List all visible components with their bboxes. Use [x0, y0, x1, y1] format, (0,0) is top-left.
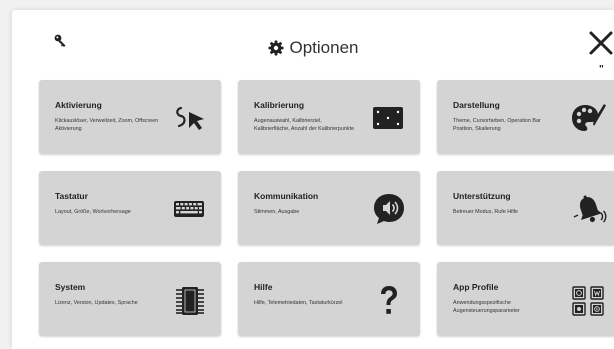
tile-description: Anwendungsspezifische Augensteuerungspar…	[453, 300, 520, 314]
close-icon[interactable]	[588, 30, 614, 56]
app-grid-icon	[572, 286, 604, 316]
tile-system[interactable]: System Lizenz, Version, Updates, Sprache	[39, 262, 221, 336]
calibration-screen-icon	[373, 107, 403, 129]
palette-icon	[572, 104, 606, 131]
chip-icon	[176, 287, 204, 315]
tile-description: Theme, Cursorfarben, Operation Bar Posit…	[453, 118, 541, 132]
close-shortcut-hint: "	[599, 64, 604, 75]
tile-kommunikation[interactable]: Kommunikation Stimmen, Ausgabe	[238, 171, 420, 245]
tile-title: App Profile	[453, 282, 499, 292]
tile-title: Unterstützung	[453, 191, 511, 201]
tile-unterstuetzung[interactable]: Unterstützung Betreuer Modus, Rufe Hilfe	[437, 171, 614, 245]
tile-title: Aktivierung	[55, 100, 102, 110]
tile-aktivierung[interactable]: Aktivierung Klickauslöser, Verweilzeit, …	[39, 80, 221, 154]
tile-hilfe[interactable]: Hilfe Hilfe, Telemetriedaten, Tastaturkü…	[238, 262, 420, 336]
tile-description: Augenauswahl, Kalibrierziel, Kalibrierfl…	[254, 118, 355, 132]
tile-title: Kalibrierung	[254, 100, 305, 110]
options-panel: Optionen " Aktivierung Klickauslöser, Ve…	[12, 10, 614, 349]
gear-icon	[268, 40, 283, 56]
tile-title: System	[55, 282, 86, 292]
tile-tastatur[interactable]: Tastatur Layout, Größe, Wortvorhersage	[39, 171, 221, 245]
page-title: Optionen	[12, 38, 614, 58]
tile-title: Darstellung	[453, 100, 500, 110]
tile-description: Stimmen, Ausgabe	[254, 209, 300, 215]
tile-kalibrierung[interactable]: Kalibrierung Augenauswahl, Kalibrierziel…	[238, 80, 420, 154]
speech-bubble-icon	[374, 194, 404, 224]
tile-description: Layout, Größe, Wortvorhersage	[55, 209, 131, 215]
bell-icon	[573, 195, 607, 223]
tile-description: Hilfe, Telemetriedaten, Tastaturkürzel	[254, 300, 343, 306]
swipe-click-icon	[176, 106, 204, 130]
tile-title: Hilfe	[254, 282, 273, 292]
tile-title: Tastatur	[55, 191, 88, 201]
keyboard-icon	[174, 201, 204, 217]
tile-description: Betreuer Modus, Rufe Hilfe	[453, 209, 519, 215]
tile-app-profile[interactable]: App Profile Anwendungsspezifische Augens…	[437, 262, 614, 336]
tile-darstellung[interactable]: Darstellung Theme, Cursorfarben, Operati…	[437, 80, 614, 154]
tile-description: Klickauslöser, Verweilzeit, Zoom, Offscr…	[55, 118, 159, 132]
question-icon	[381, 286, 397, 314]
tile-description: Lizenz, Version, Updates, Sprache	[55, 300, 138, 306]
tile-title: Kommunikation	[254, 191, 319, 201]
page-title-label: Optionen	[289, 38, 359, 57]
